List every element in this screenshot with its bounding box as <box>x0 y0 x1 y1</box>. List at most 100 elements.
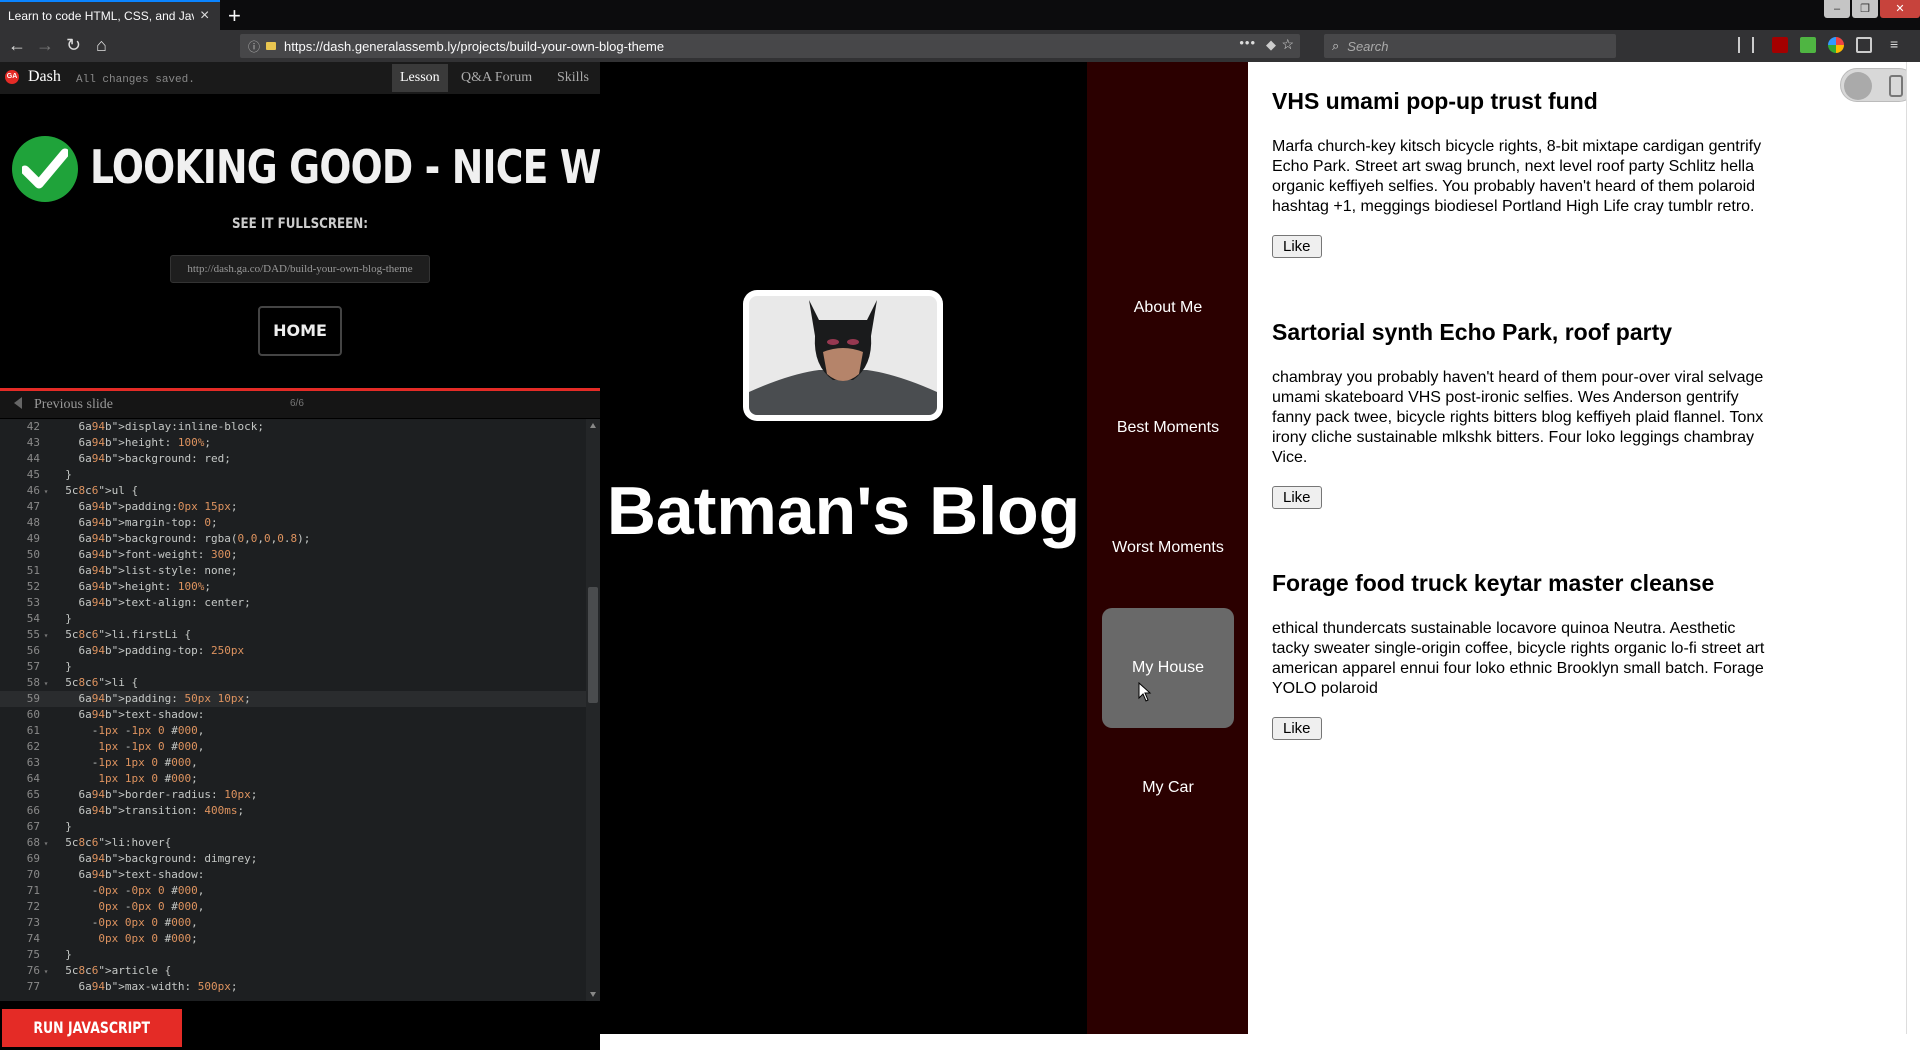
scroll-down-icon[interactable] <box>590 992 596 997</box>
pocket-icon[interactable]: ◆ <box>1266 37 1276 53</box>
code-line[interactable]: 45 } <box>0 467 600 483</box>
tab-qa-forum[interactable]: Q&A Forum <box>453 64 540 92</box>
fold-arrow-icon[interactable]: ▾ <box>40 964 52 980</box>
site-info-icon[interactable]: ⓘ <box>248 38 260 55</box>
code-text: 6a94b">border-radius: 10px; <box>78 788 258 801</box>
bookmark-star-icon[interactable]: ☆ <box>1281 36 1294 53</box>
share-link-field[interactable]: http://dash.ga.co/DAD/build-your-own-blo… <box>170 255 430 283</box>
code-line[interactable]: 49 6a94b">background: rgba(0,0,0,0.8); <box>0 531 600 547</box>
code-line[interactable]: 74 0px 0px 0 #000; <box>0 931 600 947</box>
code-line[interactable]: 61 -1px -1px 0 #000, <box>0 723 600 739</box>
browser-tab[interactable]: Learn to code HTML, CSS, and Java × <box>0 0 220 30</box>
dash-header: GA Dash All changes saved. Lesson Q&A Fo… <box>0 62 600 94</box>
line-number: 54 <box>26 612 40 625</box>
extension-green-icon[interactable] <box>1800 37 1816 53</box>
code-line[interactable]: 50 6a94b">font-weight: 300; <box>0 547 600 563</box>
code-line[interactable]: 48 6a94b">margin-top: 0; <box>0 515 600 531</box>
previous-arrow-icon[interactable] <box>14 397 22 409</box>
code-line[interactable]: 59 6a94b">padding: 50px 10px; <box>0 691 600 707</box>
like-button[interactable]: Like <box>1272 717 1322 740</box>
code-line[interactable]: 54 } <box>0 611 600 627</box>
tab-skills[interactable]: Skills <box>549 64 597 92</box>
menu-icon[interactable]: ≡ <box>1890 37 1906 53</box>
search-input[interactable]: ⌕ Search <box>1324 34 1616 58</box>
library-icon[interactable] <box>1738 37 1754 53</box>
like-button[interactable]: Like <box>1272 486 1322 509</box>
back-icon[interactable]: ← <box>8 35 26 56</box>
ga-logo-icon: GA <box>5 70 19 84</box>
code-line[interactable]: 73 -0px 0px 0 #000, <box>0 915 600 931</box>
scrollbar-thumb[interactable] <box>588 587 598 703</box>
code-text: 0px -0px 0 #000, <box>98 900 205 913</box>
code-line[interactable]: 46 ▾ 5c8c6">ul { <box>0 483 600 499</box>
nav-item-my-house[interactable]: My House <box>1102 608 1234 728</box>
scroll-up-icon[interactable] <box>590 423 596 428</box>
code-line[interactable]: 67 } <box>0 819 600 835</box>
code-line[interactable]: 65 6a94b">border-radius: 10px; <box>0 787 600 803</box>
code-line[interactable]: 62 1px -1px 0 #000, <box>0 739 600 755</box>
article-title: VHS umami pop-up trust fund <box>1272 88 1598 114</box>
maximize-icon[interactable]: ❐ <box>1852 0 1878 18</box>
code-line[interactable]: 52 6a94b">height: 100%; <box>0 579 600 595</box>
run-bar: RUN JAVASCRIPT <box>0 1001 600 1050</box>
page-actions-icon[interactable]: ••• <box>1239 35 1256 50</box>
code-line[interactable]: 69 6a94b">background: dimgrey; <box>0 851 600 867</box>
code-text: 6a94b">text-shadow: <box>78 708 205 721</box>
tab-close-icon[interactable]: × <box>200 7 209 25</box>
like-button[interactable]: Like <box>1272 235 1322 258</box>
reload-icon[interactable]: ↻ <box>66 35 81 56</box>
code-line[interactable]: 77 6a94b">max-width: 500px; <box>0 979 600 995</box>
code-line[interactable]: 58 ▾ 5c8c6">li { <box>0 675 600 691</box>
line-number: 68 <box>26 836 40 849</box>
run-javascript-button[interactable]: RUN JAVASCRIPT <box>2 1009 182 1047</box>
nav-item-my-car[interactable]: My Car <box>1102 728 1234 848</box>
code-text: 6a94b">background: red; <box>78 452 231 465</box>
mobile-preview-toggle[interactable] <box>1840 68 1916 102</box>
code-line[interactable]: 42 6a94b">display:inline-block; <box>0 419 600 435</box>
minimize-icon[interactable]: – <box>1824 0 1850 18</box>
code-editor[interactable]: 42 6a94b">display:inline-block; 43 6a94b"… <box>0 419 600 1001</box>
address-bar[interactable]: ⓘ https://dash.generalassemb.ly/projects… <box>240 34 1300 58</box>
code-line[interactable]: 56 6a94b">padding-top: 250px <box>0 643 600 659</box>
code-line[interactable]: 64 1px 1px 0 #000; <box>0 771 600 787</box>
fold-arrow-icon[interactable]: ▾ <box>40 628 52 644</box>
fold-arrow-icon[interactable]: ▾ <box>40 484 52 500</box>
nav-item-about-me[interactable]: About Me <box>1102 248 1234 368</box>
nav-item-worst-moments[interactable]: Worst Moments <box>1102 488 1234 608</box>
preview-scrollbar[interactable] <box>1906 62 1920 1034</box>
code-line[interactable]: 57 } <box>0 659 600 675</box>
code-line[interactable]: 60 6a94b">text-shadow: <box>0 707 600 723</box>
ublock-icon[interactable] <box>1772 37 1788 53</box>
sidebar-icon[interactable] <box>1856 37 1872 53</box>
forward-icon[interactable]: → <box>36 35 54 56</box>
fold-arrow-icon[interactable]: ▾ <box>40 836 52 852</box>
new-tab-icon[interactable]: + <box>228 3 241 29</box>
code-text: 5c8c6">li.firstLi { <box>65 628 192 641</box>
code-line[interactable]: 43 6a94b">height: 100%; <box>0 435 600 451</box>
code-line[interactable]: 76 ▾ 5c8c6">article { <box>0 963 600 979</box>
code-line[interactable]: 66 6a94b">transition: 400ms; <box>0 803 600 819</box>
code-line[interactable]: 63 -1px 1px 0 #000, <box>0 755 600 771</box>
browser-toolbar: ← → ↻ ⌂ ⓘ https://dash.generalassemb.ly/… <box>0 30 1920 62</box>
code-line[interactable]: 72 0px -0px 0 #000, <box>0 899 600 915</box>
code-text: 0px 0px 0 #000; <box>98 932 198 945</box>
code-line[interactable]: 71 -0px -0px 0 #000, <box>0 883 600 899</box>
code-line[interactable]: 53 6a94b">text-align: center; <box>0 595 600 611</box>
code-line[interactable]: 55 ▾ 5c8c6">li.firstLi { <box>0 627 600 643</box>
tab-lesson[interactable]: Lesson <box>392 64 448 92</box>
code-line[interactable]: 47 6a94b">padding:0px 15px; <box>0 499 600 515</box>
code-line[interactable]: 75 } <box>0 947 600 963</box>
nav-item-best-moments[interactable]: Best Moments <box>1102 368 1234 488</box>
code-line[interactable]: 44 6a94b">background: red; <box>0 451 600 467</box>
extension-color-icon[interactable] <box>1828 37 1844 53</box>
previous-slide-link[interactable]: Previous slide <box>34 397 113 413</box>
window-close-icon[interactable]: ✕ <box>1880 0 1920 18</box>
home-button[interactable]: HOME <box>258 306 342 356</box>
code-line[interactable]: 70 6a94b">text-shadow: <box>0 867 600 883</box>
editor-scrollbar[interactable] <box>586 419 600 1001</box>
code-line[interactable]: 51 6a94b">list-style: none; <box>0 563 600 579</box>
home-icon[interactable]: ⌂ <box>96 35 107 56</box>
mouse-cursor-icon <box>1138 682 1152 702</box>
code-line[interactable]: 68 ▾ 5c8c6">li:hover{ <box>0 835 600 851</box>
fold-arrow-icon[interactable]: ▾ <box>40 676 52 692</box>
